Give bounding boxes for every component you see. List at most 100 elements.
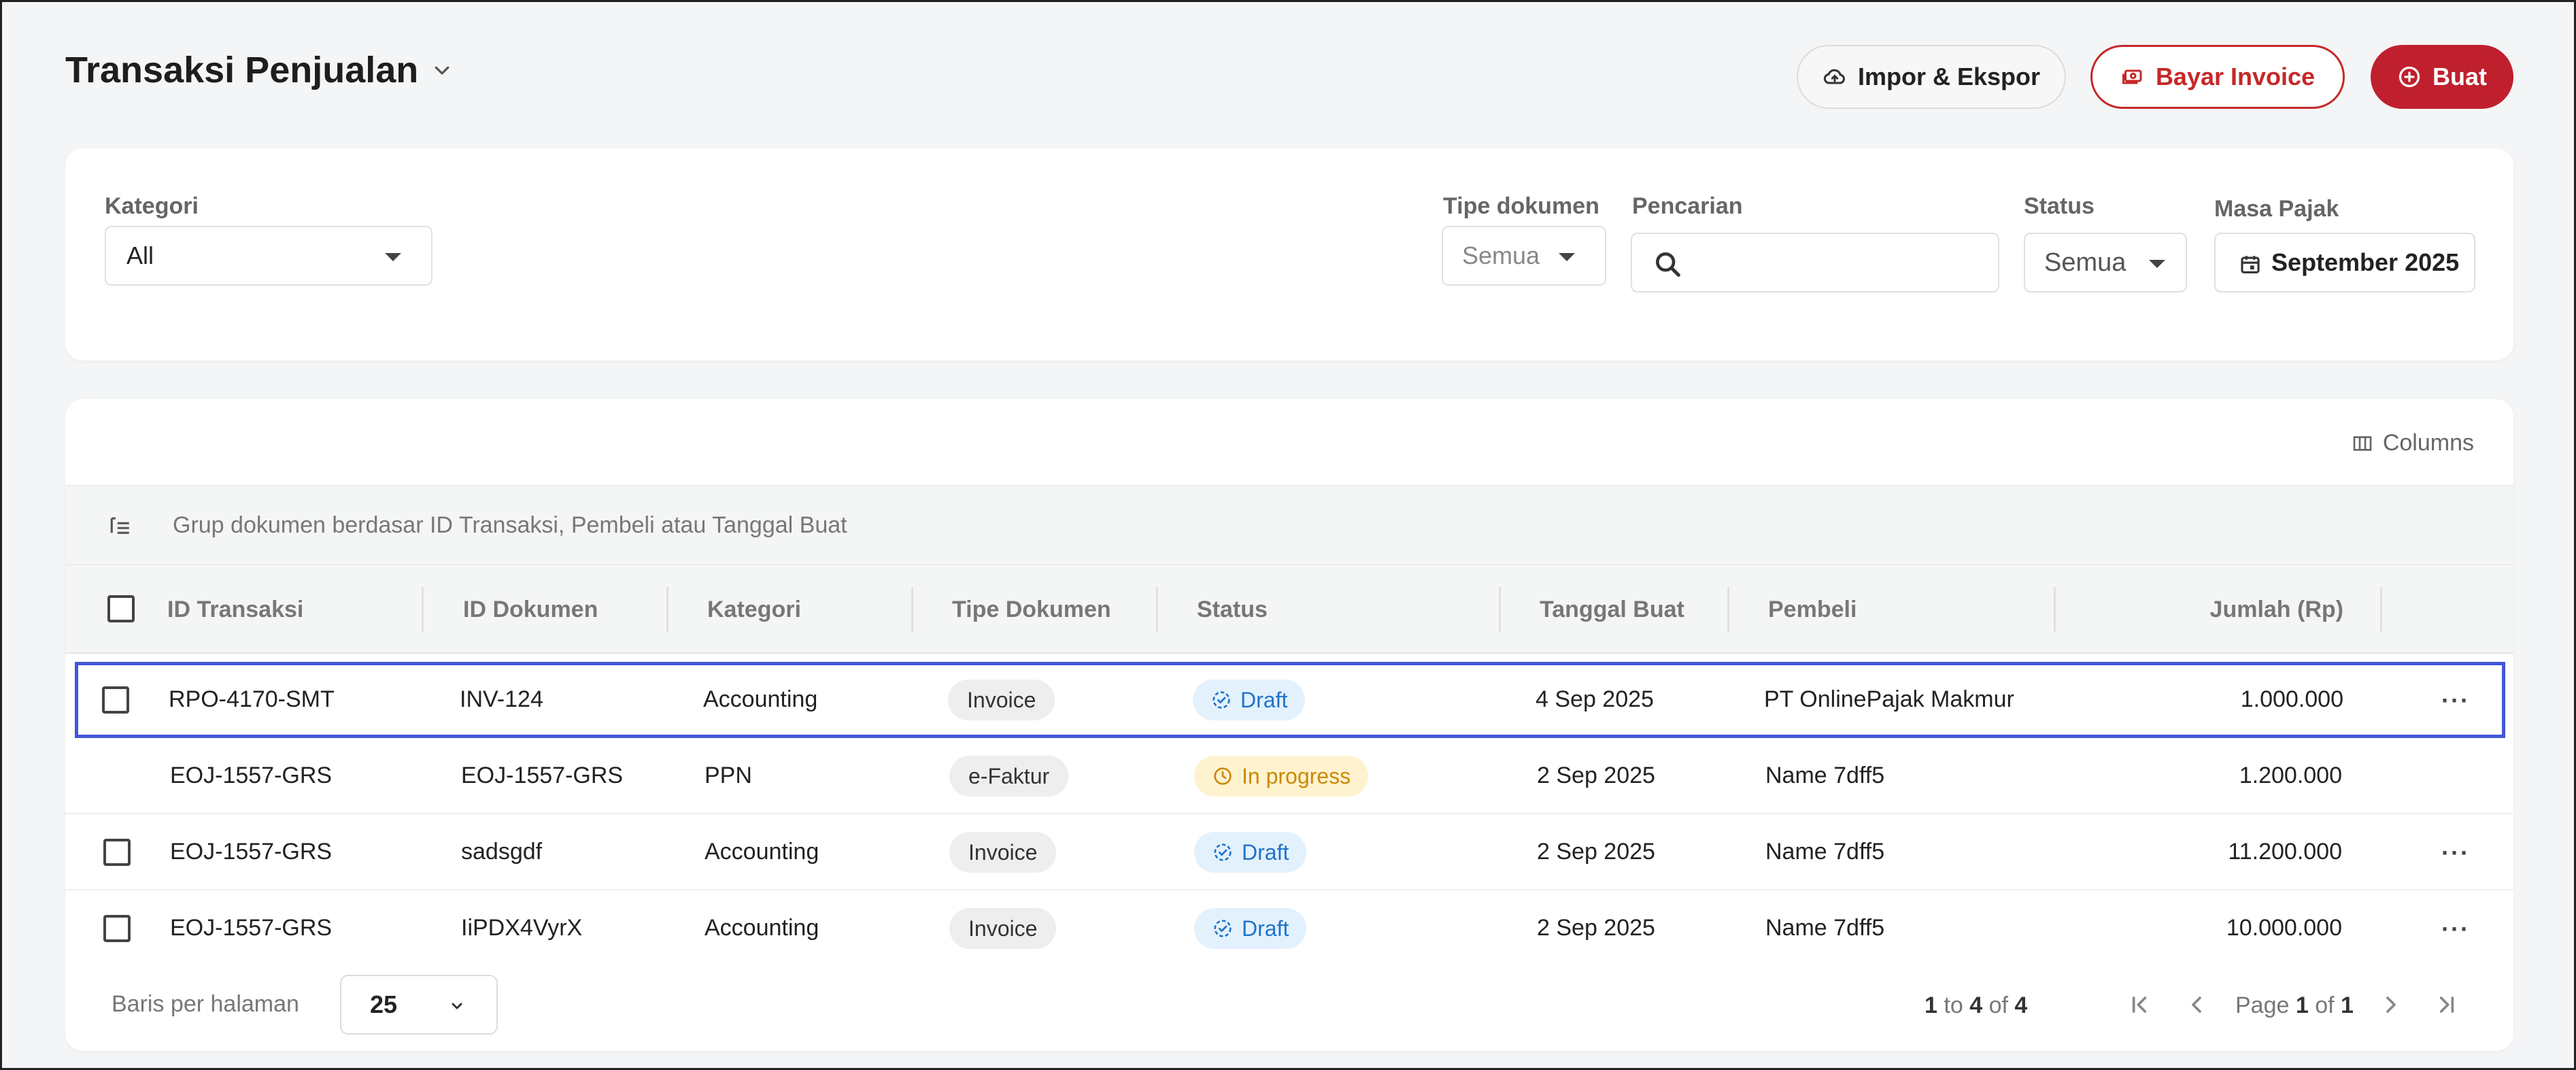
col-kategori[interactable]: Kategori: [707, 597, 801, 623]
range-to-word: to: [1944, 992, 1963, 1018]
tipe-dokumen-select[interactable]: Semua: [1442, 226, 1606, 286]
cell-id-transaksi: EOJ-1557-GRS: [170, 763, 333, 788]
table-row[interactable]: EOJ-1557-GRS sadsgdf Accounting Invoice …: [65, 814, 2513, 890]
column-separator[interactable]: [1156, 587, 1158, 632]
range-from: 1: [1925, 992, 1937, 1018]
cell-tanggal: 2 Sep 2025: [1537, 763, 1655, 788]
doc-type-chip: e-Faktur: [949, 756, 1069, 797]
page-current: 1: [2295, 992, 2309, 1018]
kategori-select[interactable]: All: [105, 226, 433, 286]
cell-id-transaksi: RPO-4170-SMT: [169, 686, 335, 712]
page-total: 1: [2341, 992, 2354, 1018]
column-separator[interactable]: [1727, 587, 1729, 632]
cell-kategori: PPN: [705, 763, 752, 788]
row-menu-icon[interactable]: ···: [2441, 686, 2470, 715]
col-id-transaksi[interactable]: ID Transaksi: [167, 597, 303, 623]
money-icon: [2122, 69, 2142, 84]
status-badge: In progress: [1194, 756, 1369, 797]
status-label: In progress: [1242, 763, 1351, 788]
rows-per-page-label: Baris per halaman: [112, 991, 299, 1017]
group-by-hint: Grup dokumen berdasar ID Transaksi, Pemb…: [173, 512, 847, 538]
status-badge: Draft: [1194, 832, 1307, 873]
select-all-checkbox[interactable]: [107, 595, 135, 622]
row-checkbox[interactable]: [103, 839, 131, 866]
column-separator[interactable]: [666, 587, 668, 632]
col-id-dokumen[interactable]: ID Dokumen: [463, 597, 598, 623]
page-of-word: of: [2315, 992, 2335, 1018]
cell-jumlah: 11.200.000: [2228, 839, 2342, 865]
col-tanggal-buat[interactable]: Tanggal Buat: [1540, 597, 1684, 623]
table-row[interactable]: RPO-4170-SMT INV-124 Accounting Invoice …: [75, 662, 2505, 738]
plus-circle-icon: [2399, 66, 2420, 88]
last-page-icon[interactable]: [2433, 991, 2460, 1018]
page-indicator: Page 1 of 1: [2235, 992, 2354, 1019]
status-badge: Draft: [1194, 908, 1307, 949]
draft-status-icon: [1214, 843, 1232, 861]
cell-id-dokumen[interactable]: EOJ-1557-GRS: [461, 763, 623, 789]
doc-type-label: e-Faktur: [968, 763, 1050, 788]
status-label: Status: [2024, 193, 2095, 219]
doc-type-label: Invoice: [968, 839, 1038, 865]
chevron-down-icon[interactable]: [432, 60, 452, 80]
status-label: Draft: [1242, 839, 1289, 865]
create-button[interactable]: Buat: [2371, 45, 2513, 109]
doc-type-label: Invoice: [968, 916, 1038, 941]
first-page-icon[interactable]: [2126, 991, 2153, 1018]
cell-id-dokumen[interactable]: IiPDX4VyrX: [461, 915, 582, 941]
cell-pembeli: Name 7dff5: [1765, 915, 1885, 941]
range-to: 4: [1969, 992, 1983, 1018]
row-menu-icon[interactable]: ···: [2441, 839, 2470, 867]
rows-per-page-value: 25: [370, 990, 398, 1018]
caret-down-icon: [1559, 253, 1575, 261]
transactions-table: Columns Grup dokumen berdasar ID Transak…: [65, 399, 2513, 1051]
columns-button[interactable]: Columns: [2352, 430, 2474, 456]
page-title[interactable]: Transaksi Penjualan: [65, 49, 452, 91]
search-input[interactable]: [1631, 233, 1999, 292]
cell-id-transaksi: EOJ-1557-GRS: [170, 915, 333, 941]
cell-id-transaksi: EOJ-1557-GRS: [170, 839, 333, 865]
col-status[interactable]: Status: [1197, 597, 1268, 623]
col-pembeli[interactable]: Pembeli: [1768, 597, 1857, 623]
pay-invoice-button[interactable]: Bayar Invoice: [2090, 45, 2345, 109]
table-header: ID Transaksi ID Dokumen Kategori Tipe Do…: [65, 565, 2513, 654]
column-separator[interactable]: [422, 587, 424, 632]
table-row[interactable]: EOJ-1557-GRS IiPDX4VyrX Accounting Invoi…: [65, 890, 2513, 967]
import-export-button[interactable]: Impor & Ekspor: [1797, 45, 2066, 109]
draft-status-icon: [1214, 920, 1232, 937]
tipe-dokumen-label: Tipe dokumen: [1443, 193, 1599, 219]
pagination-range: 1 to 4 of 4: [1925, 992, 2027, 1019]
row-checkbox[interactable]: [102, 686, 129, 714]
group-list-icon: [110, 517, 129, 534]
group-by-bar[interactable]: Grup dokumen berdasar ID Transaksi, Pemb…: [65, 485, 2513, 565]
cell-id-dokumen[interactable]: INV-124: [460, 686, 543, 713]
column-separator[interactable]: [1499, 587, 1501, 632]
row-checkbox[interactable]: [103, 915, 131, 942]
column-separator[interactable]: [2054, 587, 2056, 632]
next-page-icon[interactable]: [2377, 991, 2405, 1018]
rows-per-page-select[interactable]: 25: [340, 975, 498, 1035]
doc-type-chip: Invoice: [949, 832, 1057, 873]
cell-id-dokumen[interactable]: sadsgdf: [461, 839, 542, 865]
col-tipe-dokumen[interactable]: Tipe Dokumen: [952, 597, 1111, 623]
pay-invoice-label: Bayar Invoice: [2155, 63, 2316, 90]
column-separator[interactable]: [2380, 587, 2382, 632]
status-select[interactable]: Semua: [2024, 233, 2187, 292]
filter-panel: Kategori All Tipe dokumen Semua Pencaria…: [65, 148, 2513, 361]
cell-kategori: Accounting: [705, 839, 819, 865]
masa-pajak-picker[interactable]: September 2025: [2214, 233, 2475, 292]
prev-page-icon[interactable]: [2183, 991, 2210, 1018]
cell-pembeli: Name 7dff5: [1765, 839, 1885, 865]
cell-kategori: Accounting: [703, 686, 818, 712]
columns-icon: [2353, 435, 2372, 451]
chevron-down-icon: [452, 1003, 462, 1009]
cloud-upload-icon: [1823, 69, 1845, 84]
cell-tanggal: 4 Sep 2025: [1536, 686, 1654, 712]
masa-pajak-label: Masa Pajak: [2214, 196, 2339, 222]
columns-label: Columns: [2382, 430, 2474, 456]
row-menu-icon[interactable]: ···: [2441, 915, 2470, 943]
caret-down-icon: [385, 253, 401, 261]
column-separator[interactable]: [911, 587, 913, 632]
col-jumlah[interactable]: Jumlah (Rp): [2210, 597, 2343, 623]
cell-tanggal: 2 Sep 2025: [1537, 839, 1655, 865]
table-row[interactable]: EOJ-1557-GRS EOJ-1557-GRS PPN e-Faktur I…: [65, 738, 2513, 814]
